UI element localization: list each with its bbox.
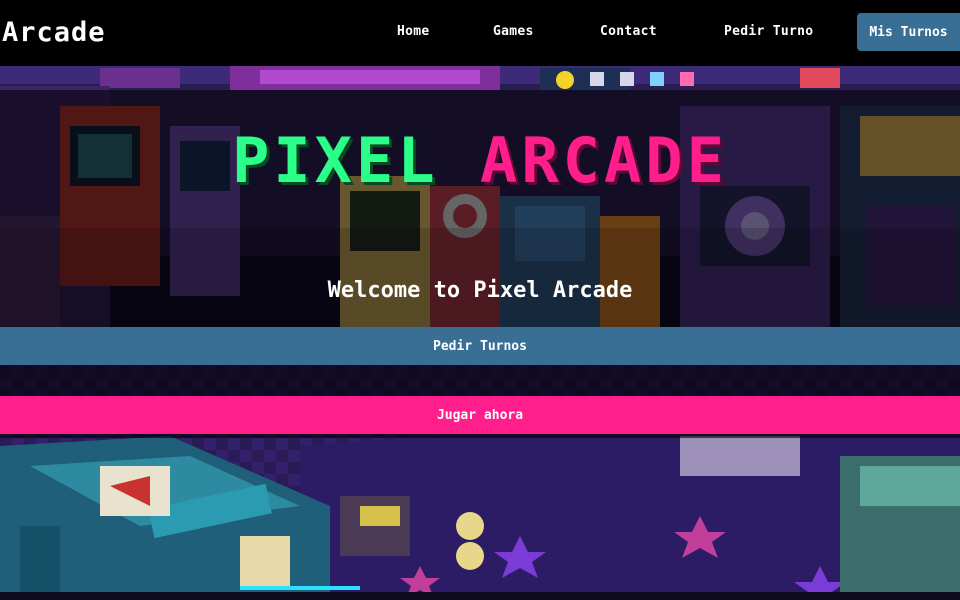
title-pixel: PIXEL bbox=[232, 124, 439, 197]
nav-link-pedir-turno[interactable]: Pedir Turno bbox=[724, 24, 813, 39]
nav-link-games[interactable]: Games bbox=[493, 24, 534, 39]
hero-section: PIXEL ARCADE Welcome to Pixel Arcade Ped… bbox=[0, 66, 960, 600]
page-title: PIXEL ARCADE bbox=[0, 124, 960, 197]
nav-links: Home Games Contact Pedir Turno Mis Turno… bbox=[0, 0, 960, 66]
jugar-ahora-button[interactable]: Jugar ahora bbox=[0, 396, 960, 434]
nav-link-home[interactable]: Home bbox=[397, 24, 430, 39]
navbar: Arcade Home Games Contact Pedir Turno Mi… bbox=[0, 0, 960, 66]
nav-link-contact[interactable]: Contact bbox=[600, 24, 657, 39]
welcome-heading: Welcome to Pixel Arcade bbox=[327, 278, 633, 303]
pedir-turnos-button[interactable]: Pedir Turnos bbox=[0, 327, 960, 365]
title-arcade: ARCADE bbox=[480, 124, 728, 197]
mis-turnos-button[interactable]: Mis Turnos bbox=[857, 13, 960, 51]
